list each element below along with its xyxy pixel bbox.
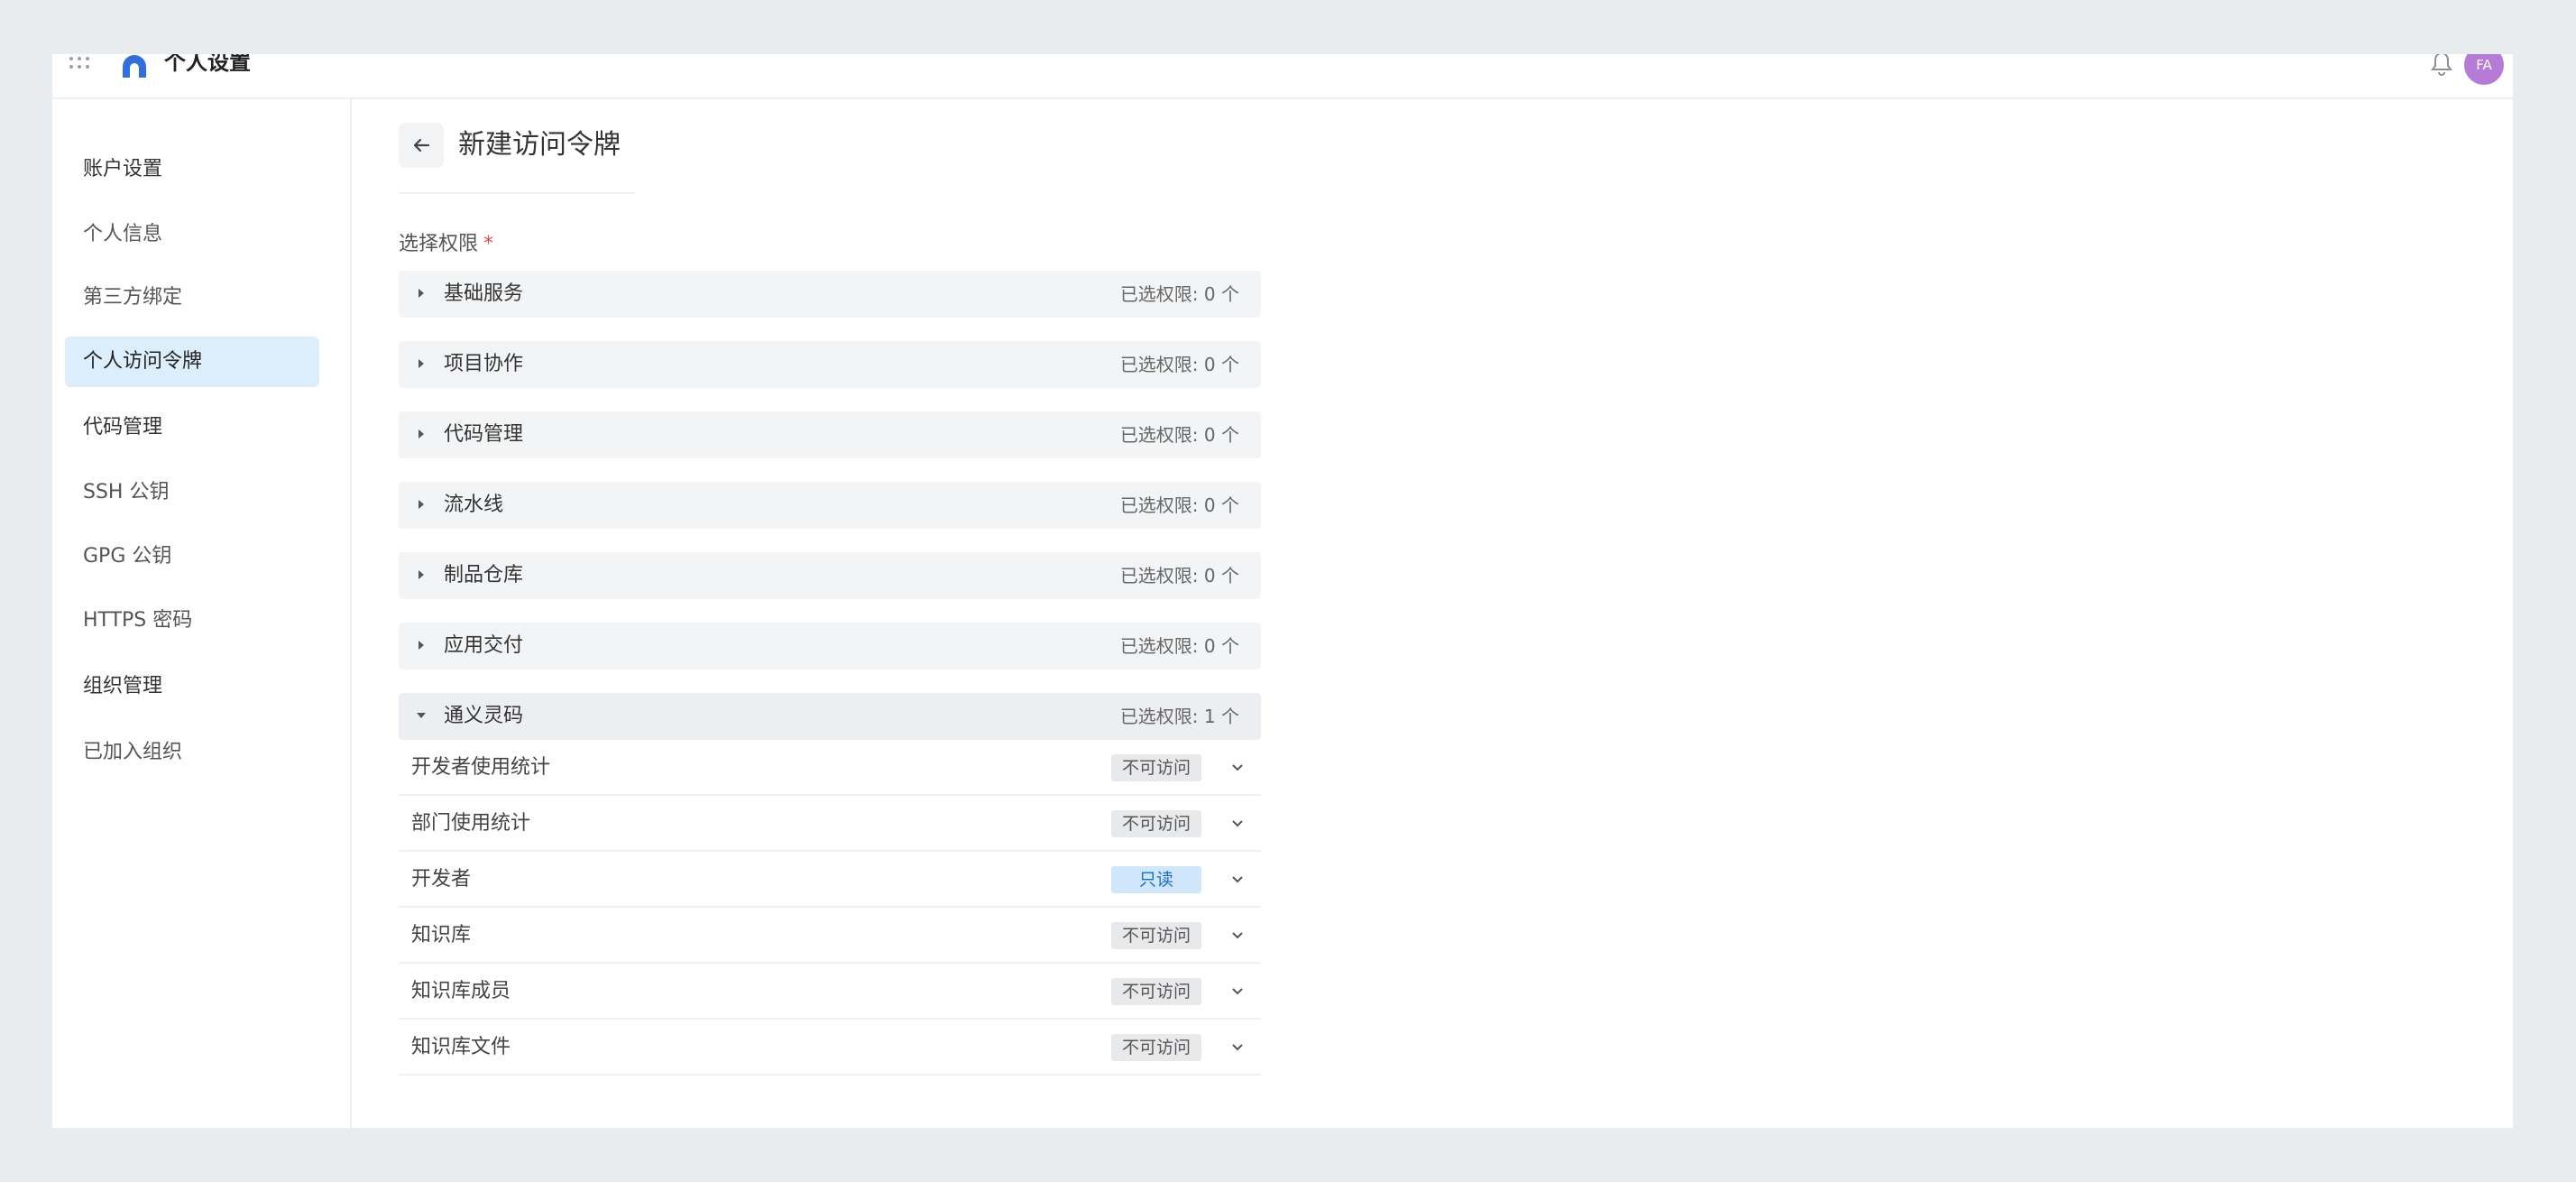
permission-row: 知识库文件 不可访问 (399, 1021, 1261, 1076)
section-count: 已选权限: 0 个 (1119, 283, 1239, 305)
section-code-management[interactable]: 代码管理 已选权限: 0 个 (399, 411, 1261, 458)
permission-select[interactable]: 不可访问 (1111, 922, 1201, 949)
permission-row: 开发者使用统计 不可访问 (399, 742, 1261, 796)
top-header: 个人设置 FA (52, 54, 2513, 99)
section-name: 基础服务 (444, 282, 524, 305)
section-artifact-repo[interactable]: 制品仓库 已选权限: 0 个 (399, 552, 1261, 599)
permission-label: 开发者 (411, 868, 472, 891)
caret-right-icon (419, 500, 424, 509)
section-app-delivery[interactable]: 应用交付 已选权限: 0 个 (399, 623, 1261, 669)
sidebar-group-org: 组织管理 (83, 675, 163, 697)
permission-select[interactable]: 不可访问 (1111, 978, 1201, 1005)
section-pipeline[interactable]: 流水线 已选权限: 0 个 (399, 482, 1261, 529)
caret-right-icon (419, 641, 424, 650)
apps-grid-icon[interactable] (69, 54, 92, 72)
permissions-label: 选择权限 * (399, 233, 494, 255)
chevron-down-icon[interactable] (1230, 928, 1245, 943)
permission-row: 部门使用统计 不可访问 (399, 798, 1261, 852)
permission-label: 部门使用统计 (411, 812, 531, 835)
sidebar-group-code: 代码管理 (83, 416, 163, 439)
bell-icon[interactable] (2430, 54, 2453, 76)
section-count: 已选权限: 0 个 (1119, 635, 1239, 657)
section-project-collaboration[interactable]: 项目协作 已选权限: 0 个 (399, 341, 1261, 388)
section-name: 项目协作 (444, 353, 524, 375)
sidebar-item-https-password[interactable]: HTTPS 密码 (65, 596, 319, 646)
page-title: 新建访问令牌 (458, 129, 621, 161)
chevron-down-icon[interactable] (1230, 1040, 1245, 1055)
section-count: 已选权限: 0 个 (1119, 565, 1239, 586)
section-tongyi-lingma[interactable]: 通义灵码 已选权限: 1 个 (399, 693, 1261, 740)
settings-window: 个人设置 FA 账户设置 个人信息 第三方绑定 个人访问令牌 代码管理 SSH … (52, 54, 2513, 1128)
section-name: 制品仓库 (444, 564, 524, 586)
section-count: 已选权限: 0 个 (1119, 494, 1239, 516)
sidebar-item-gpg-keys[interactable]: GPG 公钥 (65, 531, 319, 582)
logo-icon (123, 55, 146, 78)
chevron-down-icon[interactable] (1230, 873, 1245, 887)
section-basic-services[interactable]: 基础服务 已选权限: 0 个 (399, 271, 1261, 318)
chevron-down-icon[interactable] (1230, 817, 1245, 831)
permission-label: 知识库成员 (411, 980, 511, 1002)
caret-down-icon (417, 713, 426, 718)
sidebar-item-third-party[interactable]: 第三方绑定 (65, 272, 319, 323)
section-name: 应用交付 (444, 634, 524, 657)
permission-select[interactable]: 不可访问 (1111, 754, 1201, 781)
section-name: 通义灵码 (444, 705, 524, 727)
arrow-left-icon (413, 138, 430, 152)
settings-sidebar: 账户设置 个人信息 第三方绑定 个人访问令牌 代码管理 SSH 公钥 GPG 公… (52, 99, 352, 1128)
main-content: 新建访问令牌 选择权限 * 基础服务 已选权限: 0 个 项目协作 已选权限: 0… (352, 99, 2513, 1128)
sidebar-group-account: 账户设置 (83, 158, 163, 180)
permission-label: 开发者使用统计 (411, 756, 551, 779)
permission-row: 开发者 只读 (399, 854, 1261, 908)
section-count: 已选权限: 1 个 (1119, 706, 1239, 727)
section-count: 已选权限: 0 个 (1119, 354, 1239, 375)
header-title: 个人设置 (164, 54, 251, 75)
title-divider (399, 192, 635, 194)
permission-select[interactable]: 不可访问 (1111, 810, 1201, 837)
caret-right-icon (419, 359, 424, 368)
sidebar-item-ssh-keys[interactable]: SSH 公钥 (65, 467, 319, 518)
sidebar-item-profile[interactable]: 个人信息 (65, 209, 319, 260)
sidebar-item-access-tokens[interactable]: 个人访问令牌 (65, 337, 319, 387)
section-name: 流水线 (444, 494, 504, 516)
user-avatar[interactable]: FA (2464, 54, 2504, 85)
sidebar-item-joined-orgs[interactable]: 已加入组织 (65, 727, 319, 778)
permission-label: 知识库文件 (411, 1036, 511, 1058)
caret-right-icon (419, 570, 424, 579)
chevron-down-icon[interactable] (1230, 984, 1245, 999)
permission-label: 知识库 (411, 924, 472, 947)
chevron-down-icon[interactable] (1230, 761, 1245, 775)
permission-row: 知识库成员 不可访问 (399, 965, 1261, 1020)
permission-select[interactable]: 不可访问 (1111, 1034, 1201, 1061)
back-button[interactable] (399, 123, 444, 168)
caret-right-icon (419, 289, 424, 298)
permission-select[interactable]: 只读 (1111, 866, 1201, 893)
permission-row: 知识库 不可访问 (399, 910, 1261, 964)
section-count: 已选权限: 0 个 (1119, 424, 1239, 446)
section-name: 代码管理 (444, 423, 524, 446)
required-mark: * (483, 233, 494, 255)
caret-right-icon (419, 429, 424, 439)
